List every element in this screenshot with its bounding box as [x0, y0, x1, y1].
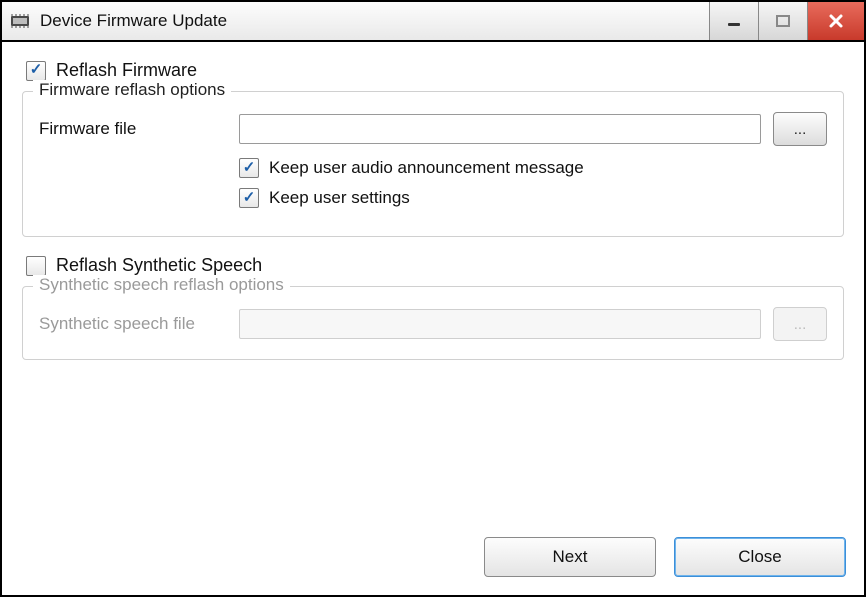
- next-button-label: Next: [553, 547, 588, 567]
- window: Device Firmware Update: [0, 0, 866, 597]
- close-button[interactable]: [807, 2, 864, 40]
- firmware-browse-button[interactable]: ...: [773, 112, 827, 146]
- maximize-button[interactable]: [758, 2, 807, 40]
- firmware-file-row: Firmware file ...: [39, 112, 827, 146]
- speech-browse-button: ...: [773, 307, 827, 341]
- reflash-speech-label: Reflash Synthetic Speech: [56, 255, 262, 276]
- keep-settings-checkbox[interactable]: Keep user settings: [239, 188, 827, 208]
- reflash-speech-checkbox[interactable]: Reflash Synthetic Speech: [26, 255, 846, 276]
- firmware-options-group: Firmware reflash options Firmware file .…: [22, 91, 844, 237]
- reflash-firmware-checkbox[interactable]: Reflash Firmware: [26, 60, 846, 81]
- firmware-sub-options: Keep user audio announcement message Kee…: [239, 158, 827, 208]
- checkbox-icon: [239, 158, 259, 178]
- speech-file-row: Synthetic speech file ...: [39, 307, 827, 341]
- minimize-button[interactable]: [709, 2, 758, 40]
- dialog-footer: Next Close: [20, 527, 846, 577]
- speech-options-group: Synthetic speech reflash options Synthet…: [22, 286, 844, 360]
- close-dialog-button[interactable]: Close: [674, 537, 846, 577]
- keep-settings-label: Keep user settings: [269, 188, 410, 208]
- keep-audio-checkbox[interactable]: Keep user audio announcement message: [239, 158, 827, 178]
- keep-audio-label: Keep user audio announcement message: [269, 158, 584, 178]
- reflash-firmware-label: Reflash Firmware: [56, 60, 197, 81]
- close-button-label: Close: [738, 547, 781, 567]
- checkbox-icon: [26, 61, 46, 81]
- titlebar: Device Firmware Update: [2, 2, 864, 42]
- checkbox-icon: [26, 256, 46, 276]
- firmware-file-label: Firmware file: [39, 119, 239, 139]
- browse-button-label: ...: [794, 121, 807, 138]
- device-chip-icon: [8, 10, 32, 32]
- next-button[interactable]: Next: [484, 537, 656, 577]
- checkbox-icon: [239, 188, 259, 208]
- firmware-options-legend: Firmware reflash options: [33, 80, 231, 100]
- window-title: Device Firmware Update: [40, 11, 709, 31]
- firmware-file-input[interactable]: [239, 114, 761, 144]
- browse-button-label: ...: [794, 316, 807, 333]
- window-controls: [709, 2, 864, 40]
- client-area: Reflash Firmware Firmware reflash option…: [2, 42, 864, 595]
- speech-file-input: [239, 309, 761, 339]
- speech-options-legend: Synthetic speech reflash options: [33, 275, 290, 295]
- speech-file-label: Synthetic speech file: [39, 314, 239, 334]
